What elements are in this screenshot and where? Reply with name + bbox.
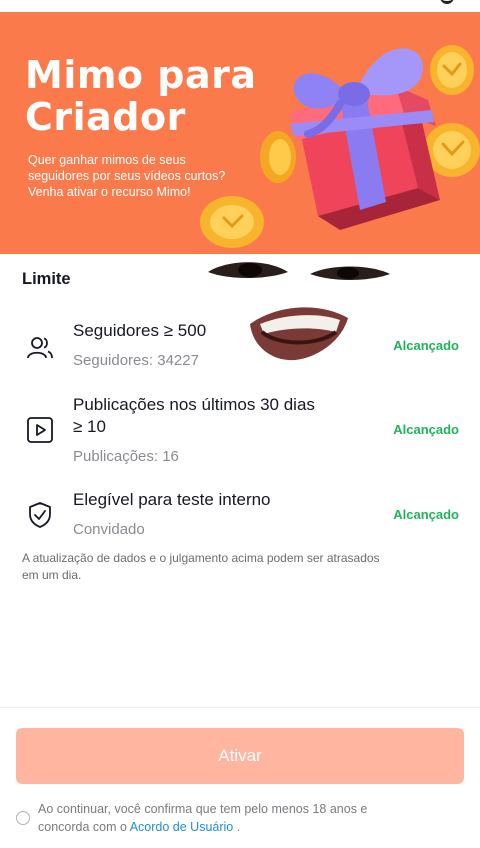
requirement-name-line-2: ≥ 10 bbox=[73, 417, 106, 436]
shield-check-icon bbox=[29, 502, 51, 528]
requirement-value: Seguidores: 34227 bbox=[73, 352, 199, 369]
requirement-value: Publicações: 16 bbox=[73, 448, 179, 465]
coin-icon bbox=[430, 45, 474, 95]
followers-icon bbox=[27, 337, 53, 359]
data-delay-note: A atualização de dados e o julgamento ac… bbox=[22, 550, 452, 584]
note-line-1: A atualização de dados e o julgamento ac… bbox=[22, 551, 380, 565]
requirement-name: Seguidores ≥ 500 bbox=[73, 321, 207, 340]
consent-text: Ao continuar, você confirma que tem pelo… bbox=[38, 800, 438, 836]
section-title: Limite bbox=[22, 270, 71, 288]
requirement-name-line-1: Publicações nos últimos 30 dias bbox=[73, 395, 315, 414]
sticker-eye-left bbox=[208, 262, 288, 278]
status-indicator bbox=[440, 0, 454, 4]
mimo-creator-page: Mimo para Criador Quer ganhar mimos de s… bbox=[0, 0, 480, 848]
sticker-eye-right bbox=[310, 266, 390, 280]
promo-banner: Mimo para Criador Quer ganhar mimos de s… bbox=[0, 12, 480, 254]
coin-icon bbox=[260, 131, 296, 183]
requirement-value: Convidado bbox=[73, 521, 145, 538]
consent-line-2: concorda com o Acordo de Usuário . bbox=[38, 818, 438, 836]
consent-radio[interactable] bbox=[16, 811, 30, 825]
status-badge: Alcançado bbox=[393, 422, 459, 437]
consent-suffix: . bbox=[233, 820, 241, 834]
gift-box-icon bbox=[290, 48, 440, 230]
consent-line-1: Ao continuar, você confirma que tem pelo… bbox=[38, 802, 368, 816]
gift-illustration bbox=[200, 45, 480, 248]
consent-prefix: concorda com o bbox=[38, 820, 130, 834]
requirement-name: Elegível para teste interno bbox=[73, 490, 271, 509]
activate-button[interactable]: Ativar bbox=[16, 728, 464, 784]
user-agreement-link[interactable]: Acordo de Usuário bbox=[130, 820, 234, 834]
status-badge: Alcançado bbox=[393, 507, 459, 522]
coin-icon bbox=[200, 196, 264, 248]
divider bbox=[0, 707, 480, 708]
status-badge: Alcançado bbox=[393, 338, 459, 353]
note-line-2: em um dia. bbox=[22, 568, 82, 582]
top-strip bbox=[0, 0, 480, 12]
video-play-icon bbox=[27, 417, 53, 443]
